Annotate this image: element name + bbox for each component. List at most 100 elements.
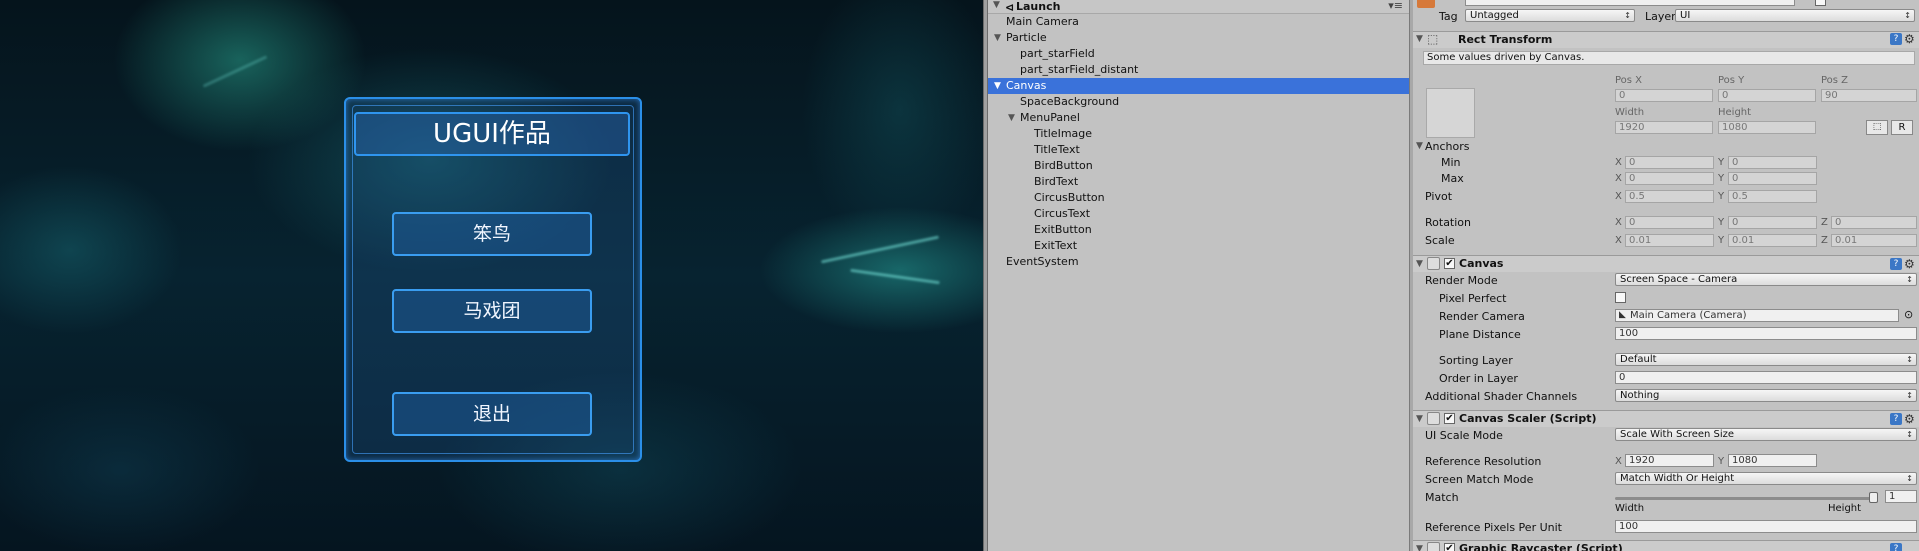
settings-gear-icon[interactable]: ⚙: [1904, 258, 1915, 270]
order-in-layer-field[interactable]: 0: [1615, 371, 1917, 384]
hierarchy-item[interactable]: ▼ Canvas: [988, 78, 1409, 94]
anchor-min-x[interactable]: 0: [1625, 156, 1714, 169]
hierarchy-item[interactable]: ExitButton: [988, 222, 1409, 238]
canvas-enabled-checkbox[interactable]: ✔: [1444, 258, 1455, 269]
anchor-max-y[interactable]: 0: [1728, 172, 1817, 185]
render-mode-dropdown[interactable]: Screen Space - Camera: [1615, 273, 1917, 286]
collapse-triangle-icon[interactable]: ▼: [1416, 259, 1423, 269]
pivot-x[interactable]: 0.5: [1625, 190, 1714, 203]
help-icon[interactable]: ?: [1890, 258, 1902, 270]
pos-y-field[interactable]: 0: [1718, 89, 1816, 102]
scale-x[interactable]: 0.01: [1625, 234, 1714, 247]
collapse-triangle-icon[interactable]: ▼: [1416, 34, 1423, 44]
hierarchy-item-label: Particle: [1006, 31, 1047, 44]
graphic-raycaster-title: Graphic Raycaster (Script): [1459, 542, 1623, 551]
rotation-x[interactable]: 0: [1625, 216, 1714, 229]
y-label: Y: [1718, 217, 1725, 228]
settings-gear-icon[interactable]: ⚙: [1904, 413, 1915, 425]
match-slider-thumb[interactable]: [1869, 492, 1878, 503]
hierarchy-item[interactable]: part_starField_distant: [988, 62, 1409, 78]
hierarchy-item[interactable]: CircusText: [988, 206, 1409, 222]
bird-button[interactable]: 笨鸟: [392, 212, 592, 256]
ui-scale-mode-label: UI Scale Mode: [1425, 429, 1503, 442]
graphic-raycaster-icon: [1427, 542, 1440, 551]
height-field[interactable]: 1080: [1718, 121, 1816, 134]
collapse-triangle-icon[interactable]: ▼: [1416, 414, 1423, 424]
match-slider-track[interactable]: [1615, 497, 1877, 500]
help-icon[interactable]: ?: [1890, 543, 1902, 551]
menu-icon[interactable]: ▾≡: [1388, 0, 1403, 12]
nebula-streak: [850, 268, 940, 285]
hierarchy-item[interactable]: TitleText: [988, 142, 1409, 158]
circus-button[interactable]: 马戏团: [392, 289, 592, 333]
expand-triangle-icon[interactable]: ▼: [1008, 110, 1015, 126]
expand-triangle-icon[interactable]: ▼: [994, 78, 1001, 94]
hierarchy-item[interactable]: CircusButton: [988, 190, 1409, 206]
hierarchy-item-label: ExitButton: [1034, 223, 1092, 236]
pos-z-label: Pos Z: [1821, 75, 1849, 86]
match-width-label: Width: [1615, 503, 1645, 514]
reference-resolution-y[interactable]: 1080: [1728, 454, 1817, 467]
raw-edit-button[interactable]: R: [1891, 120, 1913, 135]
hierarchy-scene-header[interactable]: ▼ ⊲ Launch ▾≡: [988, 0, 1409, 14]
x-label: X: [1615, 191, 1622, 202]
graphic-raycaster-enabled-checkbox[interactable]: ✔: [1444, 543, 1455, 551]
reference-resolution-label: Reference Resolution: [1425, 455, 1542, 468]
game-view[interactable]: UGUI作品 笨鸟 马戏团 退出: [0, 0, 983, 551]
rect-transform-icon: ⬚: [1427, 32, 1439, 46]
hierarchy-item[interactable]: part_starField: [988, 46, 1409, 62]
shader-channels-dropdown[interactable]: Nothing: [1615, 389, 1917, 402]
expand-triangle-icon[interactable]: ▼: [993, 0, 1000, 10]
hierarchy-item[interactable]: BirdButton: [988, 158, 1409, 174]
settings-gear-icon[interactable]: ⚙: [1904, 33, 1915, 45]
reference-resolution-x[interactable]: 1920: [1625, 454, 1714, 467]
pivot-y[interactable]: 0.5: [1728, 190, 1817, 203]
width-field[interactable]: 1920: [1615, 121, 1713, 134]
hierarchy-item[interactable]: BirdText: [988, 174, 1409, 190]
static-checkbox[interactable]: [1815, 0, 1826, 6]
tag-dropdown[interactable]: Untagged: [1465, 9, 1635, 22]
exit-button[interactable]: 退出: [392, 392, 592, 436]
scale-z[interactable]: 0.01: [1831, 234, 1917, 247]
pos-x-label: Pos X: [1615, 75, 1643, 86]
hierarchy-item[interactable]: EventSystem: [988, 254, 1409, 270]
rotation-label: Rotation: [1425, 216, 1472, 229]
anchor-max-x[interactable]: 0: [1625, 172, 1714, 185]
object-picker-icon[interactable]: ⊙: [1904, 308, 1913, 321]
screen-match-mode-dropdown[interactable]: Match Width Or Height: [1615, 472, 1917, 485]
hierarchy-item[interactable]: ▼ Particle: [988, 30, 1409, 46]
hierarchy-item[interactable]: ExitText: [988, 238, 1409, 254]
hierarchy-item[interactable]: Main Camera: [988, 14, 1409, 30]
hierarchy-item[interactable]: SpaceBackground: [988, 94, 1409, 110]
ui-scale-mode-dropdown[interactable]: Scale With Screen Size: [1615, 428, 1917, 441]
hierarchy-item[interactable]: ▼ MenuPanel: [988, 110, 1409, 126]
sorting-layer-dropdown[interactable]: Default: [1615, 353, 1917, 366]
scale-y[interactable]: 0.01: [1728, 234, 1817, 247]
match-value-field[interactable]: 1: [1885, 490, 1917, 503]
rotation-z[interactable]: 0: [1831, 216, 1917, 229]
hierarchy-item-label: Canvas: [1006, 79, 1047, 92]
anchor-min-y[interactable]: 0: [1728, 156, 1817, 169]
expand-triangle-icon[interactable]: ▼: [994, 30, 1001, 46]
hierarchy-item[interactable]: TitleImage: [988, 126, 1409, 142]
rotation-y[interactable]: 0: [1728, 216, 1817, 229]
collapse-triangle-icon[interactable]: ▼: [1416, 544, 1423, 551]
pixel-perfect-label: Pixel Perfect: [1439, 292, 1507, 305]
pos-x-field[interactable]: 0: [1615, 89, 1713, 102]
help-icon[interactable]: ?: [1890, 413, 1902, 425]
help-icon[interactable]: ?: [1890, 33, 1902, 45]
layer-dropdown[interactable]: UI: [1675, 9, 1915, 22]
x-label: X: [1615, 235, 1622, 246]
plane-distance-field[interactable]: 100: [1615, 327, 1917, 340]
ppu-field[interactable]: 100: [1615, 520, 1917, 533]
pixel-perfect-checkbox[interactable]: [1615, 292, 1626, 303]
anchor-presets-box[interactable]: [1426, 88, 1475, 138]
gameobject-icon: [1417, 0, 1435, 8]
anchors-triangle-icon[interactable]: ▼: [1416, 141, 1423, 151]
pos-z-field[interactable]: 90: [1821, 89, 1917, 102]
blueprint-mode-button[interactable]: ⬚: [1866, 120, 1888, 135]
render-camera-field[interactable]: ◣ Main Camera (Camera): [1615, 309, 1899, 322]
canvas-scaler-enabled-checkbox[interactable]: ✔: [1444, 413, 1455, 424]
hierarchy-item-label: Main Camera: [1006, 15, 1079, 28]
object-name-field[interactable]: [1465, 0, 1795, 6]
